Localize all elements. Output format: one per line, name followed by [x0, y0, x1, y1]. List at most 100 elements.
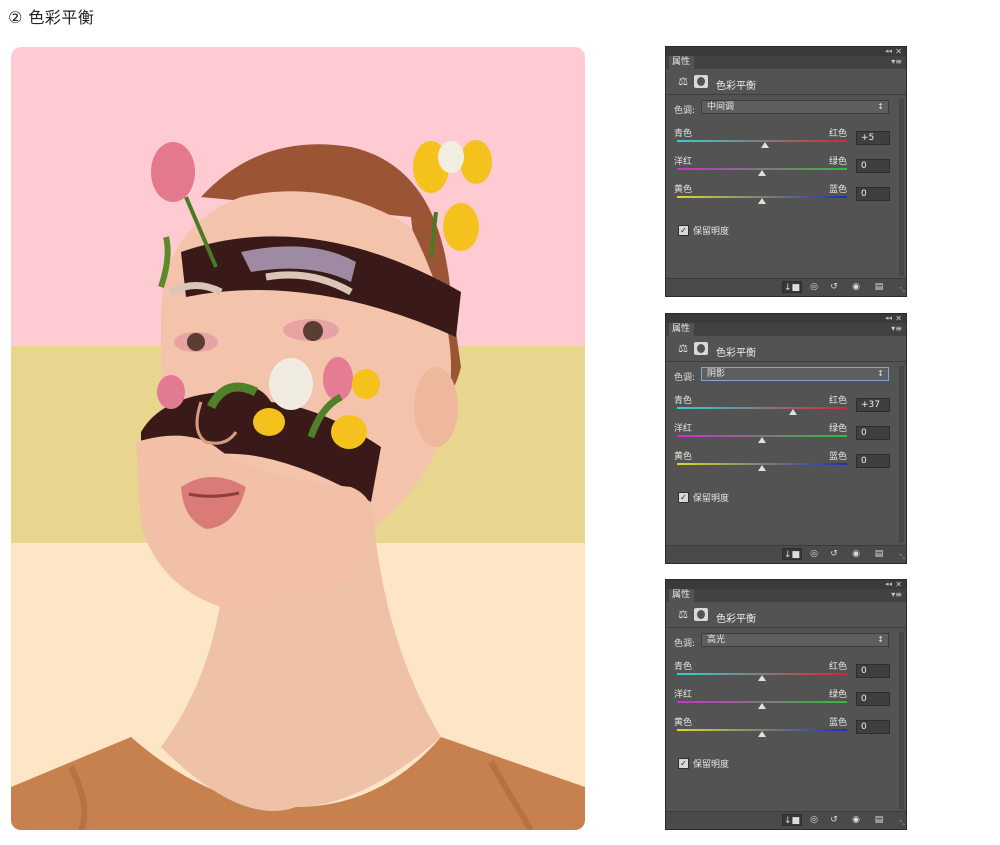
tone-select-value: 高光	[707, 635, 726, 645]
panel-menu-icon[interactable]: ▾≡	[891, 590, 902, 599]
slider-value-field[interactable]: 0	[856, 426, 890, 440]
clip-to-layer-icon[interactable]: ↓■	[782, 814, 802, 826]
clip-to-layer-icon[interactable]: ↓■	[782, 281, 802, 293]
panel-scrollbar[interactable]	[899, 99, 904, 276]
slider-thumb[interactable]	[758, 731, 766, 737]
slider-value-field[interactable]: 0	[856, 664, 890, 678]
trash-icon[interactable]: ▤	[869, 548, 889, 560]
slider-left-label: 洋红	[674, 424, 693, 434]
panel-titlebar: ◂◂ ✕	[666, 314, 906, 323]
panel-header: ⚖ 色彩平衡	[666, 70, 906, 95]
trash-icon[interactable]: ▤	[869, 814, 889, 826]
tone-select-value: 阴影	[707, 369, 726, 379]
collapse-icon[interactable]: ◂◂	[885, 47, 892, 56]
checkbox-check-icon[interactable]: ✓	[678, 758, 689, 769]
slider-value-field[interactable]: 0	[856, 720, 890, 734]
visibility-eye-icon[interactable]: ◉	[846, 814, 866, 826]
panel-menu-icon[interactable]: ▾≡	[891, 57, 902, 66]
close-icon[interactable]: ✕	[895, 47, 902, 56]
slider-thumb[interactable]	[758, 703, 766, 709]
reset-icon[interactable]: ↺	[824, 281, 844, 293]
resize-grip-icon[interactable]: ⤡	[899, 819, 905, 828]
preserve-luminosity-checkbox[interactable]: ✓ 保留明度	[678, 491, 729, 504]
preserve-luminosity-checkbox[interactable]: ✓ 保留明度	[678, 757, 729, 770]
panel-scrollbar[interactable]	[899, 632, 904, 809]
dropdown-arrow-icon: ↕	[877, 369, 884, 378]
tab-properties[interactable]: 属性	[669, 589, 694, 602]
slider-value-field[interactable]: 0	[856, 159, 890, 173]
reset-icon[interactable]: ↺	[824, 548, 844, 560]
slider-value-field[interactable]: 0	[856, 692, 890, 706]
slider-thumb[interactable]	[758, 170, 766, 176]
panel-title: 色彩平衡	[716, 348, 756, 359]
slider-thumb[interactable]	[758, 198, 766, 204]
panel-header: ⚖ 色彩平衡	[666, 337, 906, 362]
preserve-luminosity-label: 保留明度	[693, 760, 730, 770]
color-slider-row: 洋红 绿色 0	[666, 687, 906, 715]
panel-scrollbar[interactable]	[899, 366, 904, 543]
tone-select[interactable]: 阴影 ↕	[701, 367, 889, 381]
layer-mask-icon[interactable]	[694, 608, 708, 621]
preserve-luminosity-label: 保留明度	[693, 494, 730, 504]
slider-right-label: 绿色	[829, 690, 848, 700]
slider-left-label: 黄色	[674, 718, 693, 728]
slider-thumb[interactable]	[758, 675, 766, 681]
checkbox-check-icon[interactable]: ✓	[678, 492, 689, 503]
visibility-eye-icon[interactable]: ◉	[846, 548, 866, 560]
close-icon[interactable]: ✕	[895, 580, 902, 589]
preserve-luminosity-checkbox[interactable]: ✓ 保留明度	[678, 224, 729, 237]
slider-thumb[interactable]	[789, 409, 798, 415]
layer-mask-icon[interactable]	[694, 75, 708, 88]
portrait-illustration	[11, 140, 585, 830]
slider-value-field[interactable]: 0	[856, 187, 890, 201]
balance-scale-icon: ⚖	[678, 342, 688, 355]
panel-tab-row: 属性 ▾≡	[666, 323, 906, 336]
reset-icon[interactable]: ↺	[824, 814, 844, 826]
color-slider-row: 青色 红色 0	[666, 659, 906, 687]
color-balance-panel-shadows: ◂◂ ✕ 属性 ▾≡ ⚖ 色彩平衡 色调: 阴影 ↕ 青色 红色 +37 洋红 绿色 0 黄色 蓝色 0 ✓ 保留明度…	[665, 313, 907, 564]
color-balance-panel-highlights: ◂◂ ✕ 属性 ▾≡ ⚖ 色彩平衡 色调: 高光 ↕ 青色 红色 0 洋红 绿色 0 黄色 蓝色 0 ✓ 保留明度 ↓■…	[665, 579, 907, 830]
artwork-image	[11, 47, 585, 830]
trash-icon[interactable]: ▤	[869, 281, 889, 293]
collapse-icon[interactable]: ◂◂	[885, 580, 892, 589]
tab-properties[interactable]: 属性	[669, 56, 694, 69]
color-slider-row: 洋红 绿色 0	[666, 154, 906, 182]
slider-left-label: 青色	[674, 662, 693, 672]
view-previous-state-icon[interactable]: ◎	[804, 281, 824, 293]
slider-right-label: 蓝色	[829, 185, 848, 195]
color-slider-row: 洋红 绿色 0	[666, 421, 906, 449]
slider-track[interactable]	[677, 407, 847, 409]
resize-grip-icon[interactable]: ⤡	[899, 286, 905, 295]
slider-right-label: 蓝色	[829, 718, 848, 728]
section-heading: ② 色彩平衡	[8, 8, 95, 27]
tab-properties[interactable]: 属性	[669, 323, 694, 336]
close-icon[interactable]: ✕	[895, 314, 902, 323]
slider-left-label: 洋红	[674, 157, 693, 167]
clip-to-layer-icon[interactable]: ↓■	[782, 548, 802, 560]
slider-right-label: 绿色	[829, 157, 848, 167]
resize-grip-icon[interactable]: ⤡	[899, 553, 905, 562]
slider-value-field[interactable]: +37	[856, 398, 890, 412]
slider-thumb[interactable]	[758, 465, 766, 471]
slider-value-field[interactable]: 0	[856, 454, 890, 468]
checkbox-check-icon[interactable]: ✓	[678, 225, 689, 236]
tone-select[interactable]: 中间调 ↕	[701, 100, 889, 114]
slider-left-label: 黄色	[674, 185, 693, 195]
layer-mask-icon[interactable]	[694, 342, 708, 355]
color-balance-panel-midtones: ◂◂ ✕ 属性 ▾≡ ⚖ 色彩平衡 色调: 中间调 ↕ 青色 红色 +5 洋红 绿色 0 黄色 蓝色 0 ✓ 保留明度…	[665, 46, 907, 297]
slider-thumb[interactable]	[758, 437, 766, 443]
tone-label: 色调:	[674, 106, 696, 116]
collapse-icon[interactable]: ◂◂	[885, 314, 892, 323]
panel-header: ⚖ 色彩平衡	[666, 603, 906, 628]
balance-scale-icon: ⚖	[678, 608, 688, 621]
view-previous-state-icon[interactable]: ◎	[804, 548, 824, 560]
slider-thumb[interactable]	[761, 142, 770, 148]
slider-value-field[interactable]: +5	[856, 131, 890, 145]
tone-select[interactable]: 高光 ↕	[701, 633, 889, 647]
panel-menu-icon[interactable]: ▾≡	[891, 324, 902, 333]
visibility-eye-icon[interactable]: ◉	[846, 281, 866, 293]
view-previous-state-icon[interactable]: ◎	[804, 814, 824, 826]
dropdown-arrow-icon: ↕	[877, 635, 884, 644]
tone-label: 色调:	[674, 639, 696, 649]
slider-left-label: 青色	[674, 396, 693, 406]
